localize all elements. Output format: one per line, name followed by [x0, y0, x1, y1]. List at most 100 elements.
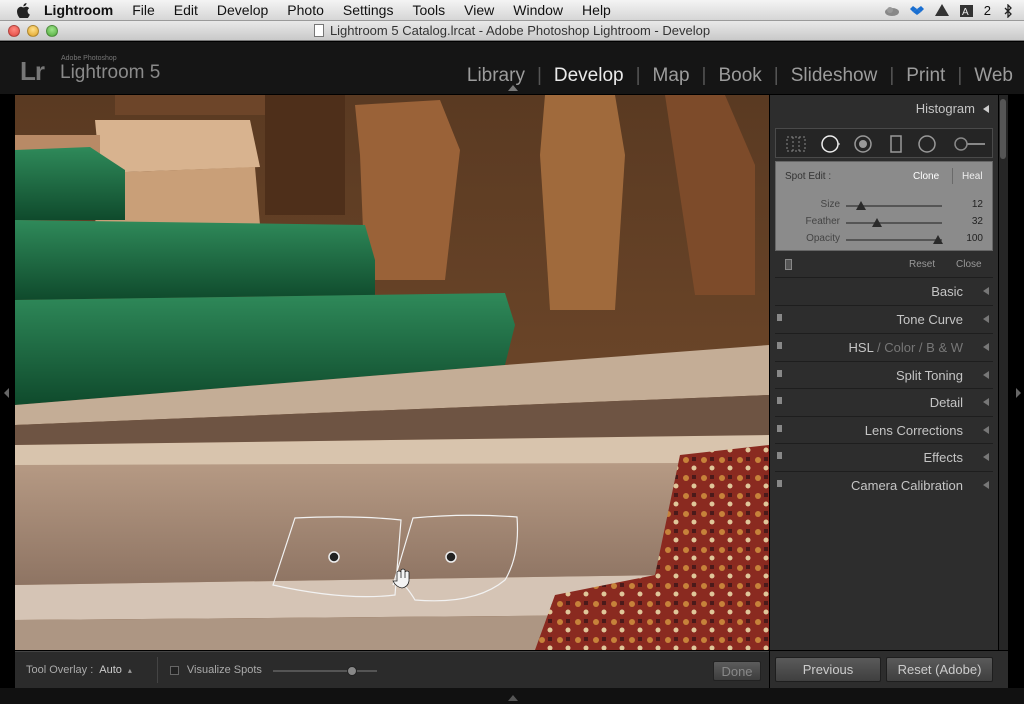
panel-collapse-icon[interactable] [983, 481, 989, 489]
close-window-button[interactable] [8, 25, 20, 37]
panel-switch[interactable] [777, 480, 782, 487]
panel-switch[interactable] [777, 452, 782, 459]
tool-overlay-select[interactable]: Auto [99, 664, 122, 676]
panel-split-toning[interactable]: Split Toning [775, 361, 993, 388]
graduated-filter-icon[interactable] [886, 134, 906, 154]
top-panel-toggle-icon[interactable] [508, 85, 518, 91]
histogram-title: Histogram [915, 101, 975, 116]
panel-effects[interactable]: Effects [775, 443, 993, 470]
window-title-bar: Lightroom 5 Catalog.lrcat - Adobe Photos… [0, 21, 1024, 41]
panel-collapse-icon[interactable] [983, 343, 989, 351]
panel-switch[interactable] [777, 370, 782, 377]
panel-collapse-icon[interactable] [983, 453, 989, 461]
panel-label: Basic [931, 284, 963, 299]
panel-collapse-icon[interactable] [983, 315, 989, 323]
menu-lightroom[interactable]: Lightroom [44, 2, 113, 18]
toolbar-divider [156, 657, 158, 683]
done-button[interactable]: Done [713, 661, 761, 681]
feather-slider[interactable] [846, 218, 942, 227]
module-library[interactable]: Library [455, 65, 537, 87]
panel-collapse-icon[interactable] [983, 287, 989, 295]
collapse-arrow-icon[interactable] [983, 104, 989, 113]
lr-logo: Lr [20, 56, 45, 86]
panel-hsl[interactable]: HSL / Color / B & W [775, 333, 993, 360]
feather-slider-knob[interactable] [871, 218, 882, 227]
feather-value[interactable]: 32 [972, 216, 983, 227]
opacity-value[interactable]: 100 [966, 233, 983, 244]
slider-knob[interactable] [347, 666, 358, 676]
bw-tab[interactable]: B & W [926, 340, 963, 355]
previous-button[interactable]: Previous [775, 657, 881, 682]
clone-mode-button[interactable]: Clone [913, 171, 939, 182]
svg-text:A: A [962, 7, 969, 18]
size-label: Size [820, 199, 840, 210]
bottom-panel-toggle-icon[interactable] [508, 695, 518, 701]
panel-switch[interactable] [777, 342, 782, 349]
menu-photo[interactable]: Photo [287, 2, 324, 18]
panel-detail[interactable]: Detail [775, 388, 993, 415]
panel-switch[interactable] [777, 397, 782, 404]
menu-develop[interactable]: Develop [217, 2, 268, 18]
menu-edit[interactable]: Edit [174, 2, 198, 18]
radial-filter-icon[interactable] [917, 134, 937, 154]
histogram-panel-header[interactable]: Histogram [916, 101, 989, 116]
heal-mode-button[interactable]: Heal [962, 171, 983, 182]
size-value[interactable]: 12 [972, 199, 983, 210]
module-book[interactable]: Book [706, 65, 773, 87]
reset-adobe-button[interactable]: Reset (Adobe) [886, 657, 993, 682]
size-slider[interactable] [846, 201, 942, 210]
adobe-icon[interactable]: A [959, 4, 975, 18]
bluetooth-icon[interactable] [1000, 3, 1016, 18]
minimize-window-button[interactable] [27, 25, 39, 37]
menu-window[interactable]: Window [513, 2, 563, 18]
size-slider-row: Size 12 [776, 199, 994, 213]
module-develop[interactable]: Develop [542, 65, 636, 87]
mode-separator [952, 168, 953, 184]
visualize-spots-checkbox[interactable] [169, 665, 179, 675]
hsl-tab[interactable]: HSL [849, 340, 874, 355]
menu-view[interactable]: View [464, 2, 494, 18]
panel-tone-curve[interactable]: Tone Curve [775, 305, 993, 332]
right-panel-scrollbar[interactable] [999, 95, 1008, 650]
color-tab[interactable]: Color [884, 340, 915, 355]
panel-camera-calibration[interactable]: Camera Calibration [775, 471, 993, 498]
panel-switch[interactable] [777, 314, 782, 321]
updown-chevron-icon[interactable]: ▴︎ [128, 666, 132, 675]
right-panel-toggle-icon[interactable] [1016, 388, 1021, 398]
panel-collapse-icon[interactable] [983, 371, 989, 379]
visualize-threshold-slider[interactable] [273, 666, 377, 676]
spot-edit-panel: Spot Edit : Clone Heal Size 12 Feather 3… [775, 161, 993, 251]
module-print[interactable]: Print [894, 65, 957, 87]
panel-lens-corrections[interactable]: Lens Corrections [775, 416, 993, 443]
module-slideshow[interactable]: Slideshow [779, 65, 890, 87]
size-slider-knob[interactable] [856, 201, 867, 210]
spot-removal-icon[interactable] [820, 134, 840, 154]
photo-canvas[interactable] [15, 95, 769, 650]
apple-logo-icon[interactable] [16, 2, 30, 18]
panel-collapse-icon[interactable] [983, 398, 989, 406]
panel-basic[interactable]: Basic [775, 277, 993, 304]
tool-enable-switch[interactable] [785, 259, 792, 270]
panel-switch[interactable] [777, 425, 782, 432]
cloud-sync-icon[interactable] [884, 4, 900, 18]
module-map[interactable]: Map [641, 65, 702, 87]
close-button[interactable]: Close [956, 259, 982, 270]
google-drive-icon[interactable] [934, 4, 950, 18]
crop-overlay-icon[interactable] [786, 134, 806, 154]
menu-file[interactable]: File [132, 2, 155, 18]
red-eye-icon[interactable] [853, 134, 873, 154]
reset-button[interactable]: Reset [909, 259, 935, 270]
menu-help[interactable]: Help [582, 2, 611, 18]
opacity-slider-knob[interactable] [933, 235, 944, 244]
menu-settings[interactable]: Settings [343, 2, 394, 18]
panel-collapse-icon[interactable] [983, 426, 989, 434]
module-web[interactable]: Web [962, 65, 1013, 87]
adjustment-brush-icon[interactable] [954, 134, 986, 154]
opacity-slider[interactable] [846, 235, 944, 244]
dropbox-icon[interactable] [909, 4, 925, 18]
scrollbar-thumb[interactable] [1000, 99, 1006, 159]
menu-tools[interactable]: Tools [412, 2, 445, 18]
zoom-window-button[interactable] [46, 25, 58, 37]
module-picker: Library | Develop | Map | Book | Slidesh… [455, 65, 1013, 87]
left-panel-toggle-icon[interactable] [4, 388, 9, 398]
